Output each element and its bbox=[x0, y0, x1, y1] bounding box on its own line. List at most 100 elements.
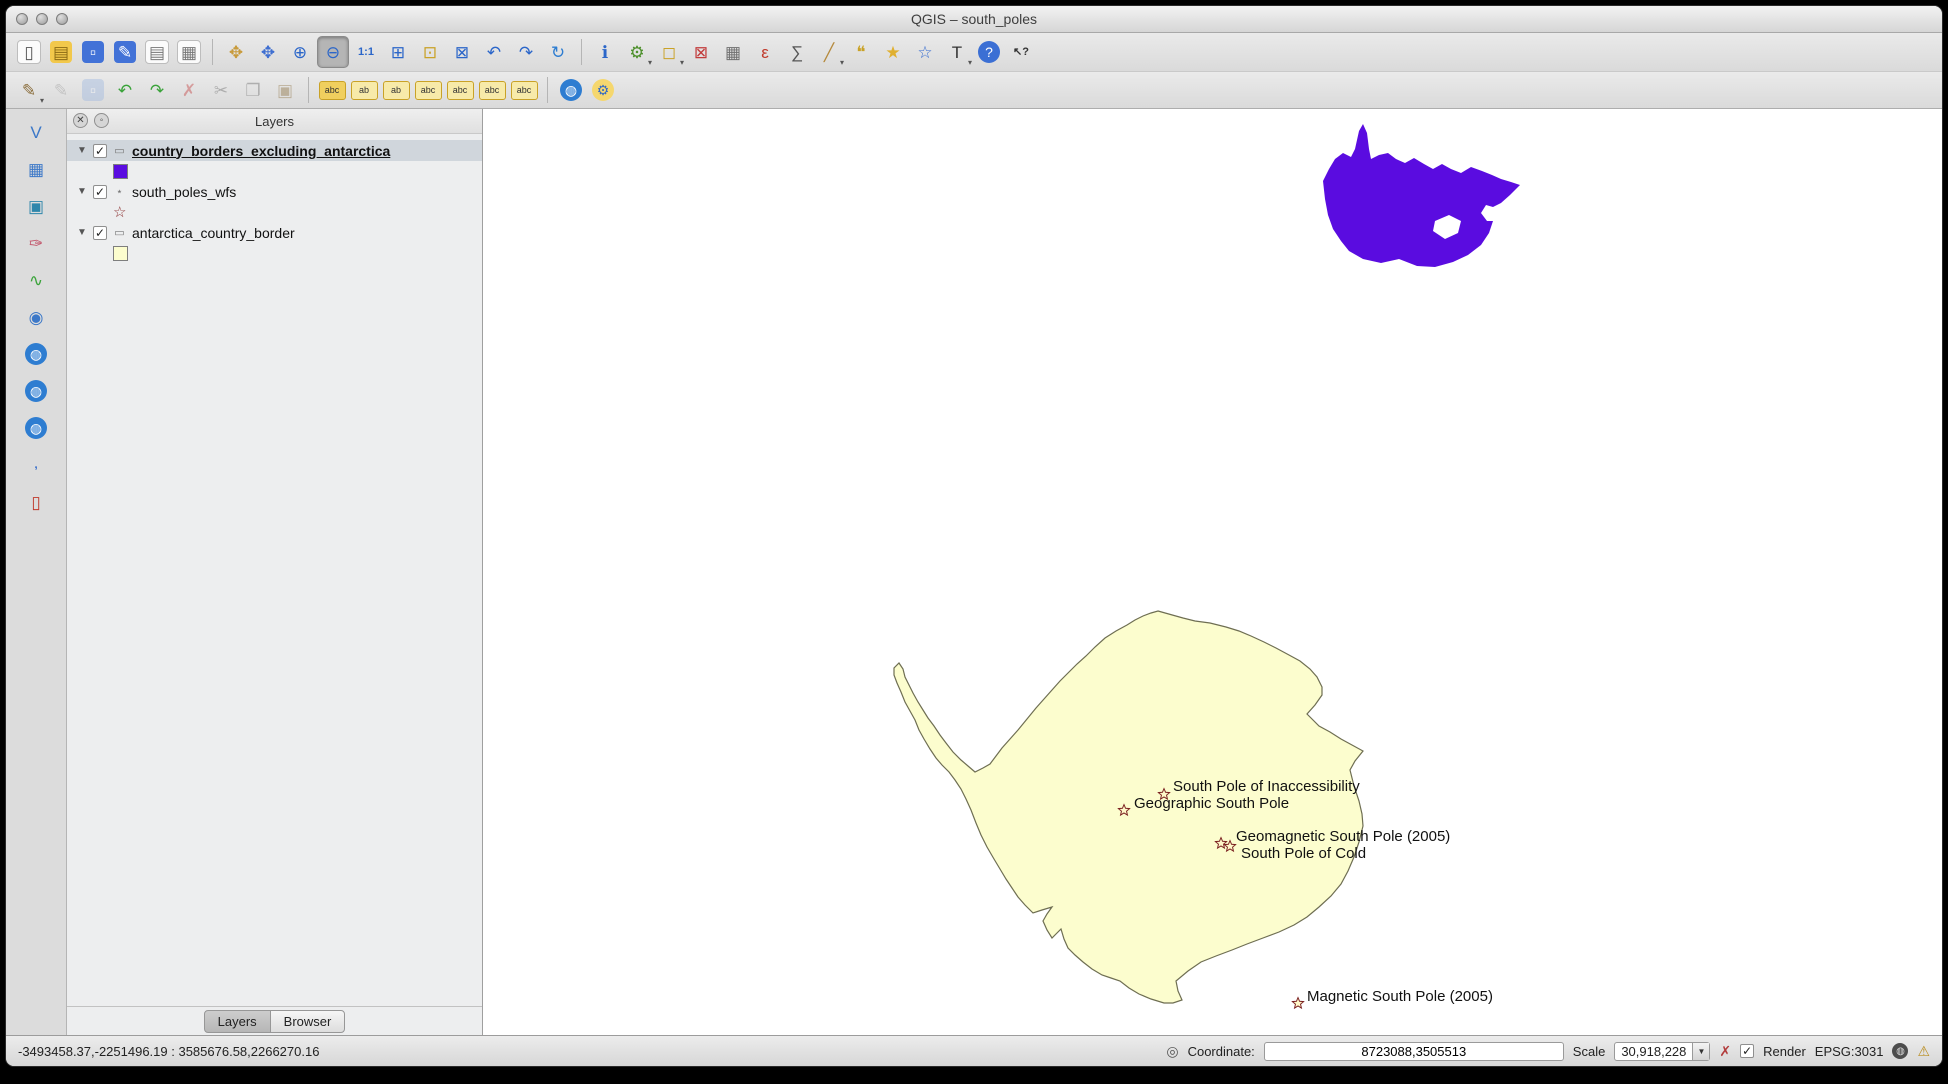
layer-name[interactable]: south_poles_wfs bbox=[132, 184, 236, 200]
undo-button[interactable]: ↶ bbox=[110, 75, 140, 105]
dropdown-arrow-icon[interactable]: ▾ bbox=[968, 58, 972, 67]
identify-features-button[interactable]: ℹ bbox=[590, 37, 620, 67]
dropdown-arrow-icon[interactable]: ▾ bbox=[40, 96, 44, 105]
save-project-button[interactable]: ▫ bbox=[78, 37, 108, 67]
zoom-in-button[interactable]: ⊕ bbox=[285, 37, 315, 67]
map-tips-button[interactable]: ❝ bbox=[846, 37, 876, 67]
dropdown-arrow-icon[interactable]: ▾ bbox=[648, 58, 652, 67]
layer-name[interactable]: country_borders_excluding_antarctica bbox=[132, 143, 390, 159]
processing-button[interactable]: ⚙ bbox=[588, 75, 618, 105]
current-edits-button[interactable]: ✎▾ bbox=[14, 75, 44, 105]
map-svg[interactable]: South Pole of InaccessibilityGeographic … bbox=[483, 109, 1942, 1035]
layer-visibility-checkbox[interactable]: ✓ bbox=[93, 185, 107, 199]
new-bookmark-button[interactable]: ★ bbox=[878, 37, 908, 67]
label-rotate-button[interactable]: ab bbox=[381, 75, 411, 105]
disclosure-triangle-icon[interactable]: ▼ bbox=[77, 186, 87, 197]
layer-visibility-checkbox[interactable]: ✓ bbox=[93, 226, 107, 240]
zoom-to-layer-button[interactable]: ⊠ bbox=[447, 37, 477, 67]
dropdown-arrow-icon[interactable]: ▾ bbox=[680, 58, 684, 67]
zoom-to-selection-button[interactable]: ⊡ bbox=[415, 37, 445, 67]
measure-button[interactable]: ╱▾ bbox=[814, 37, 844, 67]
composer-manager-button[interactable]: ▦ bbox=[174, 37, 204, 67]
layer-color-swatch[interactable] bbox=[113, 246, 128, 261]
messages-icon[interactable]: ⚠ bbox=[1917, 1044, 1930, 1058]
layer-visibility-checkbox[interactable]: ✓ bbox=[93, 144, 107, 158]
zoom-out-button[interactable]: ⊖ bbox=[317, 36, 349, 68]
minimize-window-icon[interactable] bbox=[36, 13, 48, 25]
country-borders-shape[interactable] bbox=[1323, 124, 1520, 267]
new-shapefile-layer-button[interactable]: ▯ bbox=[21, 487, 51, 517]
label-pin-button[interactable]: abc bbox=[413, 75, 443, 105]
stop-render-icon[interactable]: ✗ bbox=[1719, 1044, 1731, 1058]
label-change-button[interactable]: abc bbox=[477, 75, 507, 105]
disclosure-triangle-icon[interactable]: ▼ bbox=[77, 145, 87, 156]
globe-button[interactable]: ◍ bbox=[556, 75, 586, 105]
label-move-button[interactable]: ab bbox=[349, 75, 379, 105]
add-raster-layer-button[interactable]: ▦ bbox=[21, 154, 51, 184]
open-attribute-table-button[interactable]: ▦ bbox=[718, 37, 748, 67]
zoom-full-button[interactable]: ⊞ bbox=[383, 37, 413, 67]
add-mssql-layer-button[interactable]: ∿ bbox=[21, 265, 51, 295]
scale-dropdown-icon[interactable]: ▼ bbox=[1692, 1043, 1709, 1060]
layer-row[interactable]: ▼✓▭antarctica_country_border bbox=[67, 222, 482, 243]
close-window-icon[interactable] bbox=[16, 13, 28, 25]
label-properties-button[interactable]: abc bbox=[509, 75, 539, 105]
run-feature-action-button[interactable]: ⚙▾ bbox=[622, 37, 652, 67]
select-features-button[interactable]: ◻▾ bbox=[654, 37, 684, 67]
crs-status-icon[interactable]: ◍ bbox=[1892, 1043, 1908, 1059]
zoom-window-icon[interactable] bbox=[56, 13, 68, 25]
refresh-map-button[interactable]: ↻ bbox=[543, 37, 573, 67]
layer-row[interactable]: ▼✓▭country_borders_excluding_antarctica bbox=[67, 140, 482, 161]
dropdown-arrow-icon[interactable]: ▾ bbox=[840, 58, 844, 67]
pole-label: Geographic South Pole bbox=[1134, 795, 1289, 812]
add-wcs-layer-button[interactable]: ◍ bbox=[21, 376, 51, 406]
add-oracle-layer-button[interactable]: ◉ bbox=[21, 302, 51, 332]
window-controls bbox=[16, 13, 68, 25]
new-project-button[interactable]: ▯ bbox=[14, 37, 44, 67]
text-annotation-button[interactable]: T▾ bbox=[942, 37, 972, 67]
panel-close-icon[interactable]: ✕ bbox=[73, 113, 88, 128]
add-spatialite-layer-button[interactable]: ✑ bbox=[21, 228, 51, 258]
deselect-features-button[interactable]: ⊠ bbox=[686, 37, 716, 67]
zoom-next-button[interactable]: ↷ bbox=[511, 37, 541, 67]
pan-to-selection-button[interactable]: ✥ bbox=[253, 37, 283, 67]
help-button[interactable]: ? bbox=[974, 37, 1004, 67]
coordinate-input[interactable] bbox=[1264, 1042, 1564, 1061]
panel-float-icon[interactable]: ◦ bbox=[94, 113, 109, 128]
add-delimited-text-layer-button[interactable]: , bbox=[21, 450, 51, 480]
open-project-button[interactable]: ▤ bbox=[46, 37, 76, 67]
add-wfs-layer-button[interactable]: ◍ bbox=[21, 413, 51, 443]
new-print-composer-button[interactable]: ▤ bbox=[142, 37, 172, 67]
scale-value[interactable]: 30,918,228 bbox=[1615, 1043, 1692, 1060]
tab-browser[interactable]: Browser bbox=[270, 1010, 346, 1033]
pan-map-button[interactable]: ✥ bbox=[221, 37, 251, 67]
statistics-button[interactable]: ∑ bbox=[782, 37, 812, 67]
tab-layers[interactable]: Layers bbox=[204, 1010, 271, 1033]
layer-row[interactable]: ▼✓⋆south_poles_wfs bbox=[67, 181, 482, 202]
antarctica-shape[interactable] bbox=[894, 611, 1363, 1003]
label-show-hide-button[interactable]: abc bbox=[445, 75, 475, 105]
labeling-button[interactable]: abc bbox=[317, 75, 347, 105]
layer-color-swatch[interactable] bbox=[113, 164, 128, 179]
zoom-full-icon: ⊞ bbox=[387, 41, 409, 63]
zoom-native-button[interactable]: 1:1 bbox=[351, 37, 381, 67]
label-change-icon: abc bbox=[479, 81, 506, 100]
add-wms-layer-button[interactable]: ◍ bbox=[21, 339, 51, 369]
whats-this-button[interactable]: ↖? bbox=[1006, 37, 1036, 67]
coordinate-capture-icon[interactable]: ◎ bbox=[1166, 1044, 1178, 1058]
save-project-as-button[interactable]: ✎ bbox=[110, 37, 140, 67]
add-postgis-layer-button[interactable]: ▣ bbox=[21, 191, 51, 221]
scale-combo[interactable]: 30,918,228 ▼ bbox=[1614, 1042, 1710, 1061]
render-checkbox[interactable]: ✓ bbox=[1740, 1044, 1754, 1058]
field-calculator-button[interactable]: ε bbox=[750, 37, 780, 67]
layer-name[interactable]: antarctica_country_border bbox=[132, 225, 295, 241]
title-bar[interactable]: QGIS – south_poles bbox=[6, 6, 1942, 33]
pole-label: Magnetic South Pole (2005) bbox=[1307, 988, 1493, 1005]
add-vector-layer-button[interactable]: V bbox=[21, 117, 51, 147]
disclosure-triangle-icon[interactable]: ▼ bbox=[77, 227, 87, 238]
star-symbol-swatch[interactable]: ☆ bbox=[113, 205, 126, 220]
redo-button[interactable]: ↷ bbox=[142, 75, 172, 105]
map-canvas[interactable]: South Pole of InaccessibilityGeographic … bbox=[483, 109, 1942, 1035]
show-bookmarks-button[interactable]: ☆ bbox=[910, 37, 940, 67]
zoom-last-button[interactable]: ↶ bbox=[479, 37, 509, 67]
